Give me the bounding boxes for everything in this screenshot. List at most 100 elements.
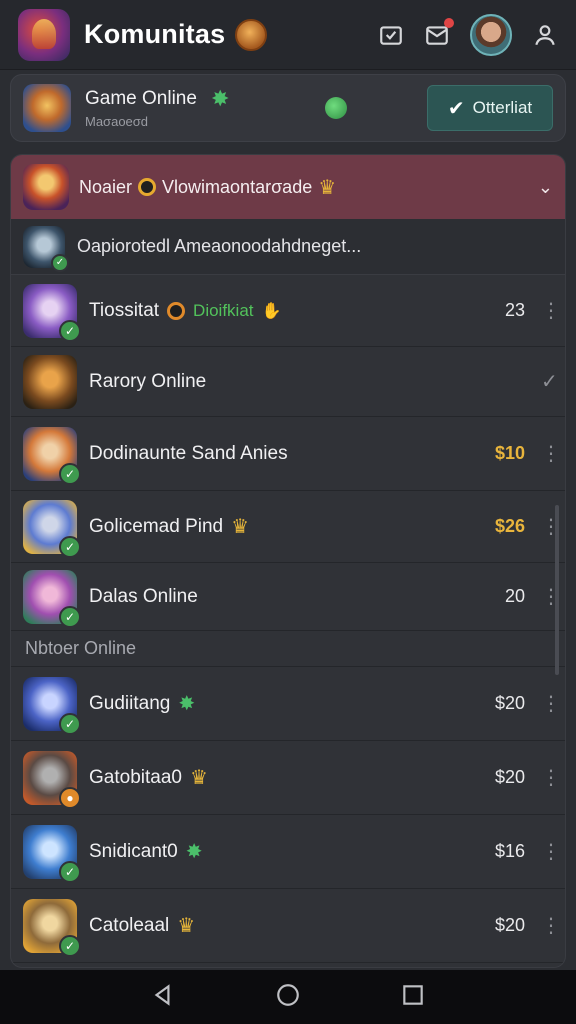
- game-avatar: ✓: [23, 898, 81, 957]
- list-item-value: $26: [494, 516, 525, 536]
- list-item[interactable]: ✓ Golicemad Pind ♛ $26 ⋮: [11, 491, 565, 563]
- list-item-name: Gudiitang ✸: [89, 691, 195, 716]
- list-item[interactable]: ✓ Tiossitat Dioifkiat ✋ 23 ⋮: [11, 275, 565, 347]
- settings-icon[interactable]: [532, 22, 558, 48]
- verified-badge-icon: ✓: [59, 712, 81, 735]
- game-card-title: Game Online: [85, 87, 197, 109]
- top-actions: [378, 13, 558, 56]
- check-icon[interactable]: ✓: [541, 369, 558, 394]
- subheader-avatar: ✓: [23, 225, 69, 272]
- title-badge-icon: [235, 18, 268, 51]
- list-item-name: Snidicant0 ✸: [89, 839, 203, 864]
- status-badge-icon: ●: [59, 786, 81, 809]
- online-status-icon: [325, 97, 348, 119]
- list-item-name: Dalas Online: [89, 586, 198, 608]
- list-rows-bottom: ✓ Gudiitang ✸ $20 ⋮ ● Gatobitaa0 ♛ $20 ⋮ ✓ Snidican…: [11, 667, 565, 963]
- list-rows-top: ✓ Tiossitat Dioifkiat ✋ 23 ⋮ Rarory Online ✓ ✓ Do…: [11, 275, 565, 631]
- list-item-name: Tiossitat Dioifkiat ✋: [89, 300, 281, 322]
- green-star-icon: ✸: [185, 841, 203, 863]
- list-item-value: 23: [504, 300, 525, 320]
- recents-icon[interactable]: [400, 982, 426, 1013]
- game-art-icon: [23, 84, 71, 132]
- list-item[interactable]: ✓ Catoleaal ♛ $20 ⋮: [11, 889, 565, 963]
- crown-icon: ♛: [231, 516, 250, 538]
- list-subheader-row[interactable]: ✓ Oapiorotedl Ameaonoodahdneget...: [11, 219, 565, 275]
- list-item-name: Gatobitaa0 ♛: [89, 765, 208, 790]
- list-item-name: Rarory Online: [89, 371, 206, 393]
- more-options-icon[interactable]: ⋮: [541, 584, 561, 609]
- verified-badge-icon: ✓: [51, 253, 69, 272]
- section-label: Nbtoer Online: [11, 631, 565, 667]
- game-avatar: ✓: [23, 569, 81, 628]
- verified-badge-icon: ✓: [59, 860, 81, 883]
- more-options-icon[interactable]: ⋮: [541, 514, 561, 539]
- game-avatar: ✓: [23, 426, 81, 485]
- crown-icon: ♛: [189, 767, 208, 789]
- page-title: Komunitas: [84, 19, 226, 49]
- list-header-row[interactable]: Noaier Vlowimaontarσade ♛ ⌄: [11, 155, 565, 219]
- list-item-title: Rarory Online: [89, 370, 207, 392]
- chevron-down-icon[interactable]: ⌄: [538, 177, 553, 198]
- list-item-name: Golicemad Pind ♛: [89, 514, 249, 539]
- list-item-title: Gudiitang: [89, 692, 171, 714]
- list-item-name: Catoleaal ♛: [89, 913, 195, 938]
- follow-button-label: Otterliat: [472, 98, 533, 117]
- game-avatar: [23, 354, 77, 409]
- list-item-note: Dioifkiat: [193, 300, 254, 320]
- game-avatar: ✓: [23, 824, 81, 883]
- verified-badge-icon: ✓: [59, 319, 81, 342]
- header-art-icon: [23, 164, 69, 210]
- list-item-value: $20: [494, 693, 525, 713]
- more-options-icon[interactable]: ⋮: [541, 691, 561, 716]
- list-item-value: $16: [494, 841, 525, 861]
- verified-badge-icon: ✓: [59, 605, 81, 628]
- list-item-title: Catoleaal: [89, 914, 170, 936]
- coin-icon: [167, 301, 186, 320]
- list-item-title: Gatobitaa0: [89, 766, 182, 788]
- community-list[interactable]: Noaier Vlowimaontarσade ♛ ⌄ ✓ Oapioroted…: [10, 154, 566, 968]
- more-options-icon[interactable]: ⋮: [541, 765, 561, 790]
- list-item-name: Dodinaunte Sand Anies: [89, 443, 288, 465]
- follow-button[interactable]: ✔ Otterliat: [427, 85, 553, 131]
- list-item[interactable]: Rarory Online ✓: [11, 347, 565, 417]
- game-card-title-row: Game Online ✸: [85, 85, 230, 111]
- green-star-icon: ✸: [210, 85, 230, 111]
- list-item[interactable]: ✓ Snidicant0 ✸ $16 ⋮: [11, 815, 565, 889]
- verified-badge-icon: ✓: [59, 462, 81, 485]
- header-label: Noaier Vlowimaontarσade ♛: [79, 175, 336, 200]
- list-item[interactable]: ✓ Dalas Online 20 ⋮: [11, 563, 565, 631]
- header-avatar: [23, 164, 69, 210]
- notifications-icon[interactable]: [424, 17, 454, 48]
- coin-icon: [138, 178, 157, 196]
- green-star-icon: ✸: [178, 693, 196, 715]
- more-options-icon[interactable]: ⋮: [541, 839, 561, 864]
- game-avatar: ✓: [23, 676, 81, 735]
- list-item-title: Snidicant0: [89, 840, 178, 862]
- list-item[interactable]: ✓ Dodinaunte Sand Anies $10 ⋮: [11, 417, 565, 491]
- header-text: Vlowimaontarσade: [162, 176, 313, 197]
- crown-icon: ♛: [177, 915, 196, 937]
- inbox-icon[interactable]: [378, 22, 404, 48]
- system-nav-bar: [0, 970, 576, 1024]
- game-card-subtitle: Maσaoeσd: [85, 113, 149, 129]
- list-item[interactable]: ● Gatobitaa0 ♛ $20 ⋮: [11, 741, 565, 815]
- game-card-text: Game Online ✸ Maσaoeσd: [85, 85, 230, 129]
- back-icon[interactable]: [150, 982, 176, 1013]
- header-prefix: Noaier: [79, 176, 133, 197]
- list-item-title: Tiossitat: [89, 299, 160, 321]
- avatar[interactable]: [470, 13, 512, 56]
- verified-badge-icon: ✓: [59, 934, 81, 957]
- list-item-value: $20: [494, 767, 525, 787]
- list-item-value: $20: [494, 915, 525, 935]
- home-icon[interactable]: [275, 982, 301, 1013]
- list-item[interactable]: ✓ Gudiitang ✸ $20 ⋮: [11, 667, 565, 741]
- game-online-card[interactable]: Game Online ✸ Maσaoeσd ✔ Otterliat: [10, 74, 566, 142]
- check-icon: ✔: [447, 97, 465, 120]
- more-options-icon[interactable]: ⋮: [541, 441, 561, 466]
- app-logo-icon[interactable]: [18, 8, 70, 61]
- more-options-icon[interactable]: ⋮: [541, 298, 561, 323]
- list-item-title: Dalas Online: [89, 585, 198, 607]
- list-item-title: Dodinaunte Sand Anies: [89, 442, 288, 464]
- more-options-icon[interactable]: ⋮: [541, 913, 561, 938]
- scrollbar[interactable]: [555, 505, 559, 675]
